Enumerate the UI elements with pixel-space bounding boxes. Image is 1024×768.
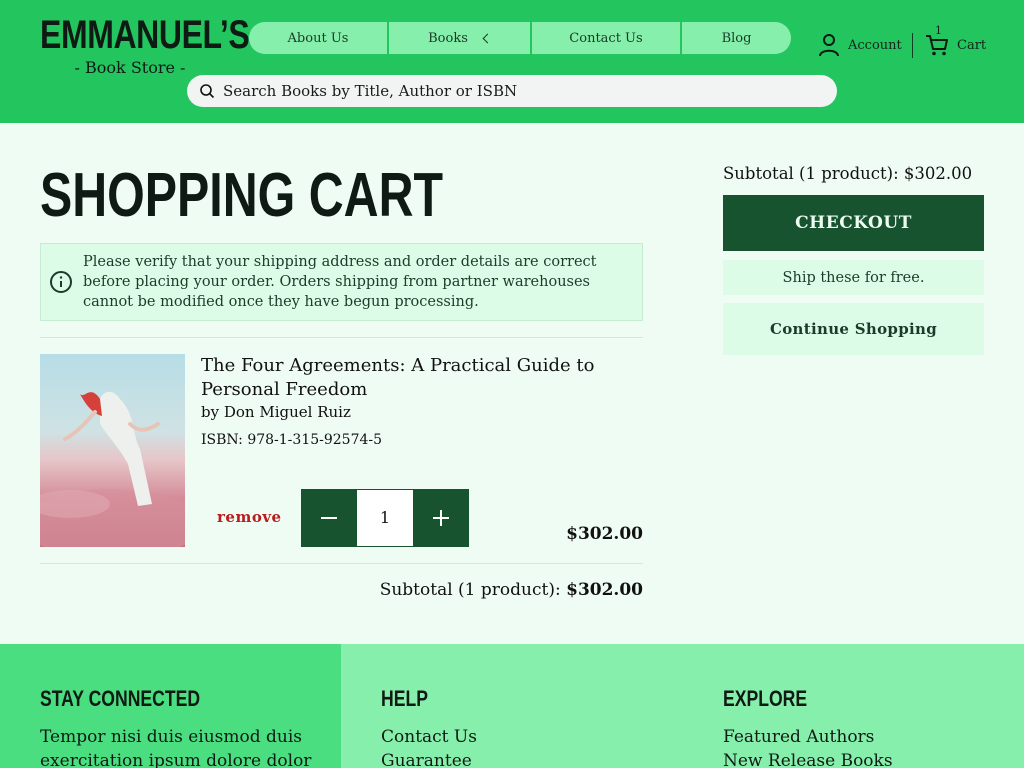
continue-shopping-button[interactable]: Continue Shopping bbox=[723, 303, 984, 355]
nav-blog[interactable]: Blog bbox=[682, 22, 791, 54]
item-price: $302.00 bbox=[566, 524, 643, 544]
chevron-left-icon bbox=[482, 33, 493, 43]
divider bbox=[40, 563, 643, 564]
info-icon bbox=[50, 271, 72, 293]
nav-label: Books bbox=[428, 30, 468, 46]
checkout-button[interactable]: CHECKOUT bbox=[723, 195, 984, 251]
footer-link-guarantee[interactable]: Guarantee bbox=[381, 749, 477, 768]
header-divider bbox=[912, 33, 913, 58]
quantity-field[interactable]: 1 bbox=[357, 489, 413, 547]
subtotal-value: $302.00 bbox=[566, 580, 643, 600]
notice-text: Please verify that your shipping address… bbox=[83, 254, 597, 310]
nav-books[interactable]: Books bbox=[389, 22, 532, 54]
logo[interactable]: EMMANUEL’S bbox=[40, 13, 250, 57]
site-header: EMMANUEL’S - Book Store - About Us Books… bbox=[0, 0, 1024, 123]
footer-heading-stay-connected: STAY CONNECTED bbox=[40, 686, 201, 711]
product-isbn: ISBN: 978-1-315-92574-5 bbox=[201, 432, 383, 448]
increase-quantity-button[interactable] bbox=[413, 489, 469, 547]
nav-label: Contact Us bbox=[569, 30, 643, 46]
account-label: Account bbox=[848, 37, 902, 53]
search-bar bbox=[187, 75, 837, 107]
cart-subtotal: Subtotal (1 product): $302.00 bbox=[330, 580, 643, 600]
page-title: SHOPPING CART bbox=[40, 161, 444, 230]
minus-icon bbox=[321, 517, 337, 519]
order-notice: Please verify that your shipping address… bbox=[40, 243, 643, 321]
remove-button[interactable]: remove bbox=[217, 508, 282, 526]
cart-link[interactable]: Cart bbox=[925, 33, 986, 57]
logo-subtitle: - Book Store - bbox=[74, 58, 186, 77]
plus-icon bbox=[433, 510, 449, 526]
divider bbox=[40, 337, 643, 338]
footer-link-new-release-books[interactable]: New Release Books bbox=[723, 749, 893, 768]
footer-help-list: Contact Us Guarantee bbox=[381, 725, 477, 768]
search-icon bbox=[200, 84, 215, 99]
nav-label: Blog bbox=[721, 30, 752, 46]
footer-heading-help: HELP bbox=[381, 686, 428, 711]
product-title[interactable]: The Four Agreements: A Practical Guide t… bbox=[201, 354, 641, 402]
nav-label: About Us bbox=[287, 30, 349, 46]
ship-free-notice: Ship these for free. bbox=[723, 260, 984, 295]
footer-heading-explore: EXPLORE bbox=[723, 686, 808, 711]
account-link[interactable]: Account bbox=[818, 33, 902, 57]
cart-label: Cart bbox=[957, 37, 987, 53]
nav-about-us[interactable]: About Us bbox=[249, 22, 389, 54]
subtotal-label: Subtotal (1 product): bbox=[379, 580, 561, 600]
footer-explore-list: Featured Authors New Release Books bbox=[723, 725, 893, 768]
search-input[interactable] bbox=[223, 82, 823, 100]
user-icon bbox=[819, 34, 839, 57]
footer-link-featured-authors[interactable]: Featured Authors bbox=[723, 725, 893, 749]
nav-contact-us[interactable]: Contact Us bbox=[532, 22, 682, 54]
book-cover-illustration bbox=[40, 391, 185, 547]
footer-stay-connected-text: Tempor nisi duis eiusmod duis exercitati… bbox=[40, 727, 312, 768]
main-nav: About Us Books Contact Us Blog bbox=[249, 22, 791, 54]
cart-icon bbox=[926, 35, 948, 56]
footer-link-contact-us[interactable]: Contact Us bbox=[381, 725, 477, 749]
product-author: by Don Miguel Ruiz bbox=[201, 403, 351, 421]
book-cover[interactable] bbox=[40, 354, 185, 547]
sidebar-subtotal: Subtotal (1 product): $302.00 bbox=[723, 164, 973, 183]
decrease-quantity-button[interactable] bbox=[301, 489, 357, 547]
